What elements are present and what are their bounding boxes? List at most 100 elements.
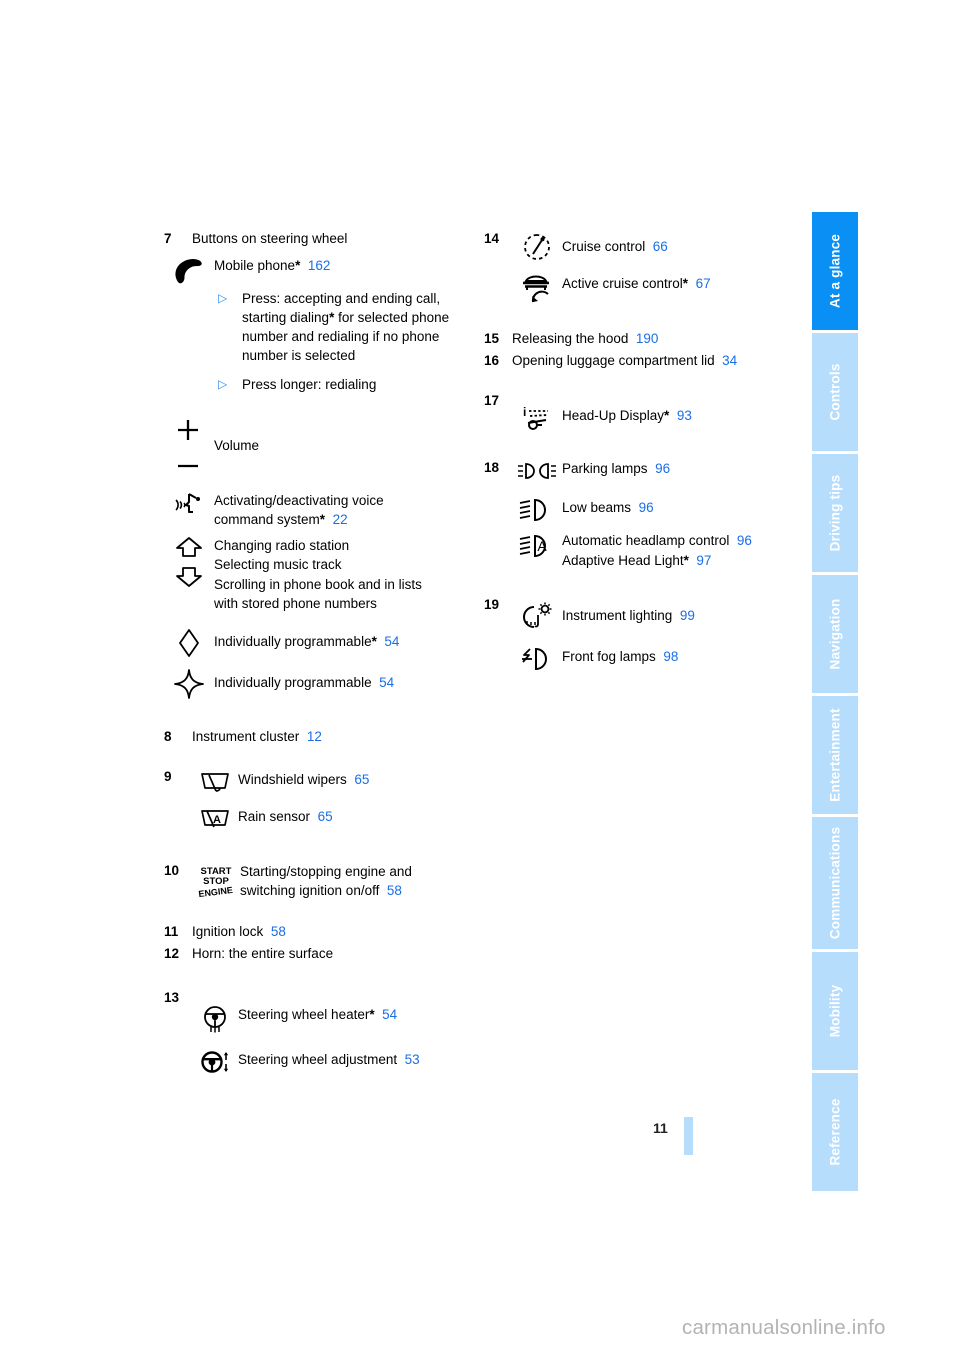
option-star: * <box>664 408 670 423</box>
page-ref: 54 <box>379 674 395 690</box>
low-beam-icon <box>512 496 562 523</box>
steering-wheel-heater-icon <box>192 1003 238 1034</box>
page-ref: 12 <box>306 728 322 744</box>
sidebar-tab-label: Navigation <box>827 598 843 670</box>
sidebar-tab-at-a-glance[interactable]: At a glance <box>812 212 858 330</box>
sidebar-tab-label: Controls <box>827 363 843 421</box>
minus-icon <box>164 452 214 479</box>
sidebar-tab-entertainment[interactable]: Entertainment <box>812 696 858 814</box>
row-radio-arrows: Changing radio station Selecting music t… <box>164 534 464 614</box>
phone-handset-icon <box>164 254 214 285</box>
arrow-down-icon <box>173 565 205 589</box>
page-number-bar <box>684 1117 693 1155</box>
adjust-label: Steering wheel adjustment 53 <box>238 1048 420 1070</box>
low-beams-label: Low beams 96 <box>562 496 654 518</box>
item-number: 17 <box>484 393 500 408</box>
page-ref: 54 <box>384 633 400 649</box>
front-fog-label: Front fog lamps 98 <box>562 645 678 667</box>
diamond-outline-icon <box>164 626 214 659</box>
sidebar-tab-mobility[interactable]: Mobility <box>812 952 858 1070</box>
item-number: 14 <box>484 231 500 246</box>
list-item-9: 9 Windshield wipers 65 A Rain sensor 65 <box>164 768 464 832</box>
rain-sensor-label: Rain sensor 65 <box>238 805 333 827</box>
item-number: 8 <box>164 728 172 744</box>
label-text: Front fog lamps <box>562 649 656 664</box>
row-steering-wheel-heater: Steering wheel heater* 54 <box>192 1003 464 1034</box>
label-text: Low beams <box>562 500 632 515</box>
list-item-14: 14 Cruise control 66 Active cruise contr… <box>484 230 804 306</box>
sidebar-tab-reference[interactable]: Reference <box>812 1073 858 1191</box>
sidebar-tab-driving-tips[interactable]: Driving tips <box>812 454 858 572</box>
row-voice-command: Activating/deactivating voice command sy… <box>164 489 464 530</box>
list-item-13: 13 Steering wheel heater* 54 Steering wh… <box>164 989 464 1075</box>
bullet-text: Press longer: redialing <box>242 377 377 392</box>
row-automatic-headlamp: A Automatic headlamp control 96 Adaptive… <box>512 531 804 570</box>
auto-line2: Adaptive Head Light <box>562 552 684 568</box>
voice-command-label: Activating/deactivating voice command sy… <box>214 489 384 530</box>
page-ref: 97 <box>696 552 712 568</box>
svg-text:i: i <box>523 405 526 419</box>
label-text: Opening luggage compartment lid <box>512 353 715 368</box>
right-content-column: 14 Cruise control 66 Active cruise contr… <box>484 228 804 672</box>
page-ref: 162 <box>307 258 331 273</box>
page-ref: 66 <box>652 239 668 254</box>
svg-text:ENGINE: ENGINE <box>198 884 233 898</box>
page-ref: 65 <box>317 808 333 824</box>
mobile-phone-label: Mobile phone <box>214 258 296 273</box>
sidebar-tab-navigation[interactable]: Navigation <box>812 575 858 693</box>
option-star: * <box>369 1006 375 1022</box>
row-label: Mobile phone* 162 <box>214 254 330 276</box>
triangle-bullet-icon: ▷ <box>218 377 228 391</box>
front-fog-lamp-icon <box>512 645 562 672</box>
manual-page: At a glance Controls Driving tips Naviga… <box>0 0 960 1358</box>
instrument-lighting-icon <box>512 600 562 631</box>
row-volume-minus <box>164 452 464 479</box>
label-text: Head-Up Display <box>562 408 665 423</box>
bullet-item: ▷ Press: accepting and ending call, star… <box>214 289 464 365</box>
hud-label: Head-Up Display* 93 <box>562 392 692 426</box>
automatic-headlamp-icon: A <box>512 531 562 560</box>
row-programmable: Individually programmable 54 <box>164 667 464 700</box>
left-content-column: 7 Buttons on steering wheel Mobile phone… <box>164 228 464 1075</box>
label-text: Parking lamps <box>562 461 648 476</box>
sidebar-tab-controls[interactable]: Controls <box>812 333 858 451</box>
row-volume: Volume <box>164 416 464 456</box>
triangle-bullet-icon: ▷ <box>218 291 228 305</box>
row-instrument-lighting: Instrument lighting 99 <box>512 600 804 631</box>
steering-wheel-adjust-icon <box>192 1048 238 1075</box>
list-item-8: 8 Instrument cluster 12 <box>164 728 464 746</box>
programmable-label: Individually programmable 54 <box>214 667 394 693</box>
parking-lamps-icon <box>512 459 562 482</box>
arrow-up-icon <box>173 535 205 559</box>
option-star: * <box>371 633 377 649</box>
option-star: * <box>683 552 689 568</box>
item-number: 11 <box>164 923 179 939</box>
list-item-16: 16 Opening luggage compartment lid 34 <box>484 352 804 370</box>
automatic-headlamp-label: Automatic headlamp control 96 Adaptive H… <box>562 531 752 570</box>
row-low-beams: Low beams 96 <box>512 496 804 523</box>
row-rain-sensor: A Rain sensor 65 <box>192 805 464 832</box>
option-star: * <box>319 512 326 527</box>
label-text: Individually programmable <box>214 633 372 649</box>
auto-line1: Automatic headlamp control <box>562 533 730 548</box>
row-front-fog-lamps: Front fog lamps 98 <box>512 645 804 672</box>
row-windshield-wipers: Windshield wipers 65 <box>192 768 464 795</box>
start-stop-label: Starting/stopping engine and switching i… <box>240 862 412 901</box>
item-number: 9 <box>164 768 172 784</box>
item-label: Horn: the entire surface <box>192 945 334 961</box>
page-ref: 98 <box>663 649 679 664</box>
item-number: 16 <box>484 353 500 368</box>
page-ref: 54 <box>382 1006 398 1022</box>
voice-line1: Activating/deactivating voice <box>214 492 384 508</box>
row-parking-lamps: Parking lamps 96 <box>512 459 804 482</box>
page-ref: 53 <box>404 1051 420 1067</box>
label-text: Steering wheel heater <box>238 1006 370 1022</box>
active-cruise-car-icon <box>512 269 562 306</box>
voice-command-icon <box>164 489 214 520</box>
item-number: 19 <box>484 597 500 612</box>
instrument-lighting-label: Instrument lighting 99 <box>562 600 695 626</box>
item-label: Instrument cluster 12 <box>192 728 322 746</box>
line1: Starting/stopping engine and <box>240 863 412 879</box>
programmable-star-label: Individually programmable* 54 <box>214 626 399 652</box>
sidebar-tab-communications[interactable]: Communications <box>812 817 858 949</box>
